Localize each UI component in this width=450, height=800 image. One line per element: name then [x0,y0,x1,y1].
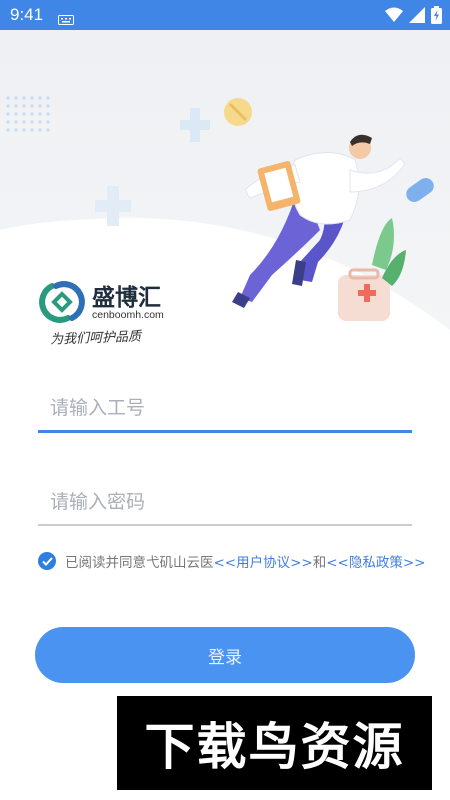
privacy-policy-link[interactable]: <<隐私政策>> [326,551,425,571]
checkmark-icon [41,556,53,566]
signal-icon [409,7,425,27]
password-field-group [38,484,412,526]
password-underline [38,524,412,526]
agreement-prefix: 已阅读并同意弋矶山云医 [65,555,214,571]
agreement-row: 已阅读并同意弋矶山云医 <<用户协议>> 和 <<隐私政策>> [38,551,426,571]
login-button-label: 登录 [208,647,242,668]
keyboard-icon [58,10,74,29]
watermark: 下载鸟资源 [117,696,432,790]
brand-name: 盛博汇 [92,284,161,311]
employee-id-field-group [38,390,412,433]
employee-id-underline [38,430,412,433]
brand-slogan: 为我们呵护品质 [49,329,142,348]
password-input[interactable] [38,484,412,520]
battery-icon [431,6,442,28]
status-bar: 9:41 [0,0,450,30]
wifi-icon [385,7,403,27]
brand-domain: cenboomh.com [92,309,164,321]
user-agreement-link[interactable]: <<用户协议>> [214,551,313,571]
agreement-checkbox[interactable] [38,552,56,570]
logo-mark-icon [38,280,86,328]
status-time: 9:41 [10,5,44,24]
login-button[interactable]: 登录 [35,627,415,683]
agreement-and: 和 [312,555,327,571]
employee-id-input[interactable] [38,390,412,426]
